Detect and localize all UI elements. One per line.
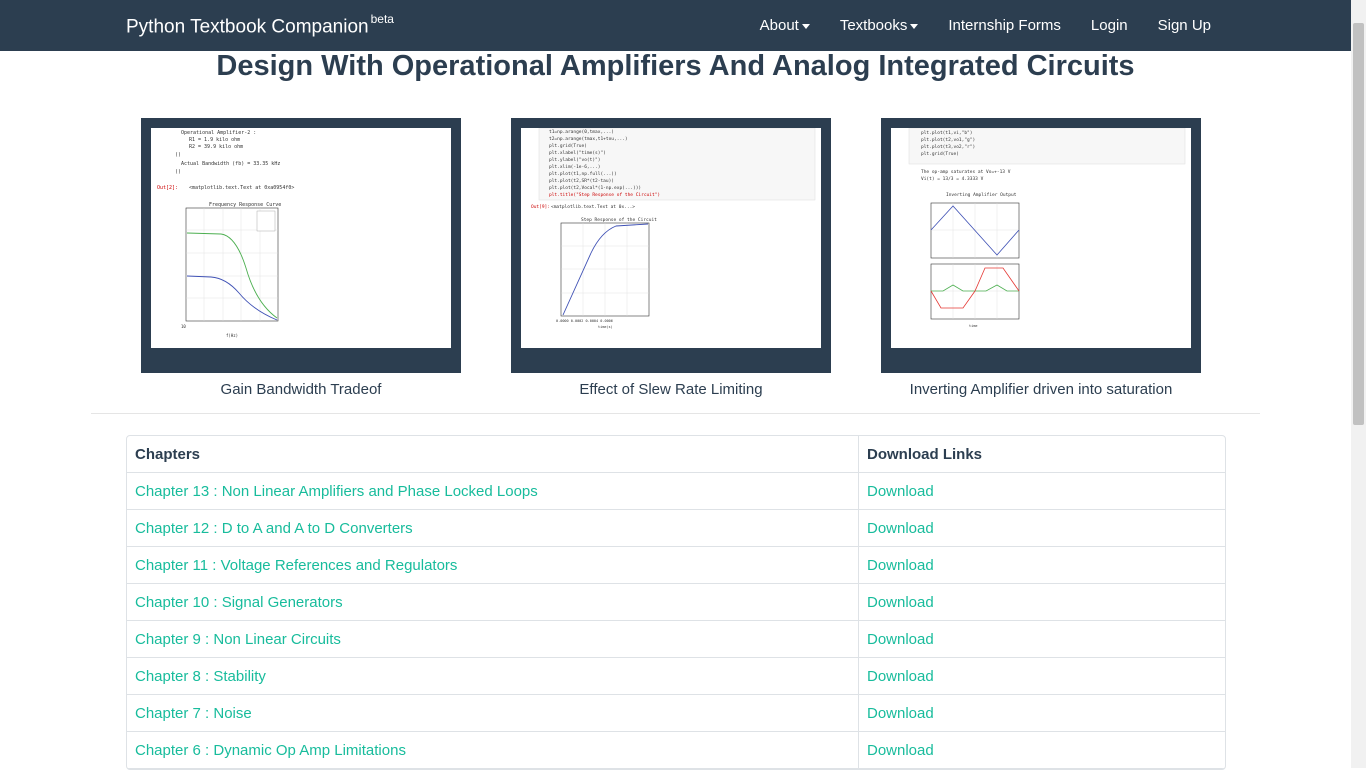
svg-text:<matplotlib.text.Text at 0xa09: <matplotlib.text.Text at 0xa0954f0>	[189, 185, 294, 191]
page-scrollbar[interactable]	[1351, 0, 1366, 768]
svg-text:Out[9]:: Out[9]:	[531, 204, 550, 210]
svg-text:plt.plot(t2,vo1,"g"): plt.plot(t2,vo1,"g")	[921, 137, 975, 143]
nav-about[interactable]: About	[760, 17, 810, 34]
svg-text:(): ()	[175, 152, 181, 158]
chapter-link[interactable]: Chapter 7 : Noise	[135, 705, 252, 722]
table-row: Chapter 13 : Non Linear Amplifiers and P…	[127, 472, 1225, 510]
svg-text:The op-amp saturates at Vo=+-1: The op-amp saturates at Vo=+-13 V	[921, 169, 1011, 175]
navbar: Python Textbook Companion beta About Text…	[0, 0, 1351, 51]
nav-textbooks[interactable]: Textbooks	[840, 17, 919, 34]
table-row: Chapter 7 : Noise Download	[127, 694, 1225, 732]
caret-down-icon	[801, 24, 810, 29]
svg-text:plt.grid(True): plt.grid(True)	[549, 143, 587, 149]
table-header-row: Chapters Download Links	[127, 436, 1225, 473]
svg-text:Actual Bandwidth (fb) = 33.35: Actual Bandwidth (fb) = 33.35 kHz	[181, 161, 280, 167]
gallery-caption: Gain Bandwidth Tradeof	[220, 381, 382, 398]
svg-text:plt.plot(t1,vi,"b"): plt.plot(t1,vi,"b")	[921, 130, 972, 136]
table-row: Chapter 12 : D to A and A to D Converter…	[127, 509, 1225, 547]
svg-text:Step Response of the Circuit: Step Response of the Circuit	[581, 217, 657, 223]
svg-text:plt.plot(t1,np.full(...)): plt.plot(t1,np.full(...))	[549, 171, 617, 177]
svg-text:Operational Amplifier-2 :: Operational Amplifier-2 :	[181, 130, 256, 136]
svg-text:R2 = 39.9 kilo ohm: R2 = 39.9 kilo ohm	[189, 144, 243, 150]
gallery-caption: Effect of Slew Rate Limiting	[579, 381, 763, 398]
chapter-link[interactable]: Chapter 10 : Signal Generators	[135, 594, 343, 611]
download-link[interactable]: Download	[867, 557, 934, 574]
svg-text:plt.xlabel("time(s)"): plt.xlabel("time(s)")	[549, 150, 606, 156]
svg-text:plt.xlim(-1e-6,...): plt.xlim(-1e-6,...)	[549, 164, 600, 170]
brand-name: Python Textbook Companion	[126, 16, 369, 38]
nav-about-label: About	[759, 17, 799, 34]
download-link[interactable]: Download	[867, 705, 934, 722]
table-row: Chapter 11 : Voltage References and Regu…	[127, 546, 1225, 584]
download-link[interactable]: Download	[867, 483, 934, 500]
svg-text:plt.ylabel("vo(t)"): plt.ylabel("vo(t)")	[549, 157, 600, 163]
section-divider	[91, 413, 1260, 414]
column-header-chapters: Chapters	[127, 436, 859, 473]
svg-text:<matplotlib.text.Text at 0x...: <matplotlib.text.Text at 0x...>	[551, 204, 635, 210]
svg-text:plt.plot(t2,Vocal*(1-np.exp(..: plt.plot(t2,Vocal*(1-np.exp(...)))	[549, 185, 641, 191]
svg-text:t1=np.arange(0,tmax,...): t1=np.arange(0,tmax,...)	[549, 129, 614, 135]
svg-text:Out[2]:: Out[2]:	[157, 185, 178, 191]
svg-text:0.0000 0.0002 0.0004 0.0006: 0.0000 0.0002 0.0004 0.0006	[556, 319, 613, 323]
gallery-card-inverting-amplifier[interactable]: plt.plot(t1,vi,"b") plt.plot(t2,vo1,"g")…	[881, 118, 1201, 398]
download-link[interactable]: Download	[867, 520, 934, 537]
download-link[interactable]: Download	[867, 668, 934, 685]
svg-text:plt.title("Step Response of th: plt.title("Step Response of the Circuit"…	[549, 192, 660, 198]
chapters-table: Chapters Download Links Chapter 13 : Non…	[126, 435, 1226, 770]
chapter-link[interactable]: Chapter 13 : Non Linear Amplifiers and P…	[135, 483, 538, 500]
nav-sign-up[interactable]: Sign Up	[1158, 17, 1211, 34]
svg-text:10: 10	[181, 324, 186, 329]
column-header-download-links: Download Links	[858, 436, 1225, 473]
svg-text:plt.grid(True): plt.grid(True)	[921, 151, 959, 157]
svg-text:plt.plot(t2,SR*(t2-tau)): plt.plot(t2,SR*(t2-tau))	[549, 178, 614, 184]
page-title: Design With Operational Amplifiers And A…	[216, 50, 1135, 82]
chapter-link[interactable]: Chapter 6 : Dynamic Op Amp Limitations	[135, 742, 406, 759]
nav-menu: About Textbooks Internship Forms Login S…	[730, 0, 1211, 51]
beta-badge: beta	[370, 12, 394, 26]
svg-text:plt.plot(t3,vo2,"r"): plt.plot(t3,vo2,"r")	[921, 144, 975, 150]
svg-text:time(s): time(s)	[598, 325, 613, 329]
svg-text:Frequency Response Curve: Frequency Response Curve	[209, 202, 281, 208]
svg-text:time: time	[969, 324, 977, 328]
gallery-caption: Inverting Amplifier driven into saturati…	[909, 381, 1173, 398]
download-link[interactable]: Download	[867, 594, 934, 611]
table-row: Chapter 10 : Signal Generators Download	[127, 583, 1225, 621]
download-link[interactable]: Download	[867, 742, 934, 759]
chapter-link[interactable]: Chapter 8 : Stability	[135, 668, 266, 685]
nav-login[interactable]: Login	[1091, 17, 1128, 34]
scrollbar-thumb[interactable]	[1353, 23, 1364, 425]
brand-link[interactable]: Python Textbook Companion beta	[126, 12, 394, 38]
chapter-link[interactable]: Chapter 9 : Non Linear Circuits	[135, 631, 341, 648]
chapter-link[interactable]: Chapter 11 : Voltage References and Regu…	[135, 557, 457, 574]
svg-text:(): ()	[175, 169, 181, 175]
svg-text:t2=np.arange(tmax,t1+tou,...): t2=np.arange(tmax,t1+tou,...)	[549, 136, 628, 142]
gallery-card-slew-rate[interactable]: t1=np.arange(0,tmax,...) t2=np.arange(tm…	[511, 118, 831, 398]
table-row: Chapter 6 : Dynamic Op Amp Limitations D…	[127, 731, 1225, 769]
gallery-thumbnail[interactable]: plt.plot(t1,vi,"b") plt.plot(t2,vo1,"g")…	[881, 118, 1201, 373]
svg-text:Vi(t) = 13/3 = 4.3333 V: Vi(t) = 13/3 = 4.3333 V	[921, 176, 984, 182]
gallery-thumbnail[interactable]: Operational Amplifier-2 : R1 = 1.9 kilo …	[141, 118, 461, 373]
plot-screenshot: plt.plot(t1,vi,"b") plt.plot(t2,vo1,"g")…	[891, 128, 1191, 348]
table-row: Chapter 9 : Non Linear Circuits Download	[127, 620, 1225, 658]
gallery-card-gain-bandwidth[interactable]: Operational Amplifier-2 : R1 = 1.9 kilo …	[141, 118, 461, 398]
nav-textbooks-label: Textbooks	[839, 17, 908, 34]
svg-text:R1 = 1.9 kilo ohm: R1 = 1.9 kilo ohm	[189, 137, 240, 143]
plot-screenshot: t1=np.arange(0,tmax,...) t2=np.arange(tm…	[521, 128, 821, 348]
chapter-link[interactable]: Chapter 12 : D to A and A to D Converter…	[135, 520, 413, 537]
gallery-thumbnail[interactable]: t1=np.arange(0,tmax,...) t2=np.arange(tm…	[511, 118, 831, 373]
nav-internship-forms[interactable]: Internship Forms	[948, 17, 1061, 34]
plot-screenshot: Operational Amplifier-2 : R1 = 1.9 kilo …	[151, 128, 451, 348]
download-link[interactable]: Download	[867, 631, 934, 648]
svg-text:f(Hz): f(Hz)	[226, 333, 238, 338]
svg-text:Inverting Amplifier Output: Inverting Amplifier Output	[946, 192, 1017, 198]
caret-down-icon	[910, 24, 919, 29]
table-row: Chapter 8 : Stability Download	[127, 657, 1225, 695]
